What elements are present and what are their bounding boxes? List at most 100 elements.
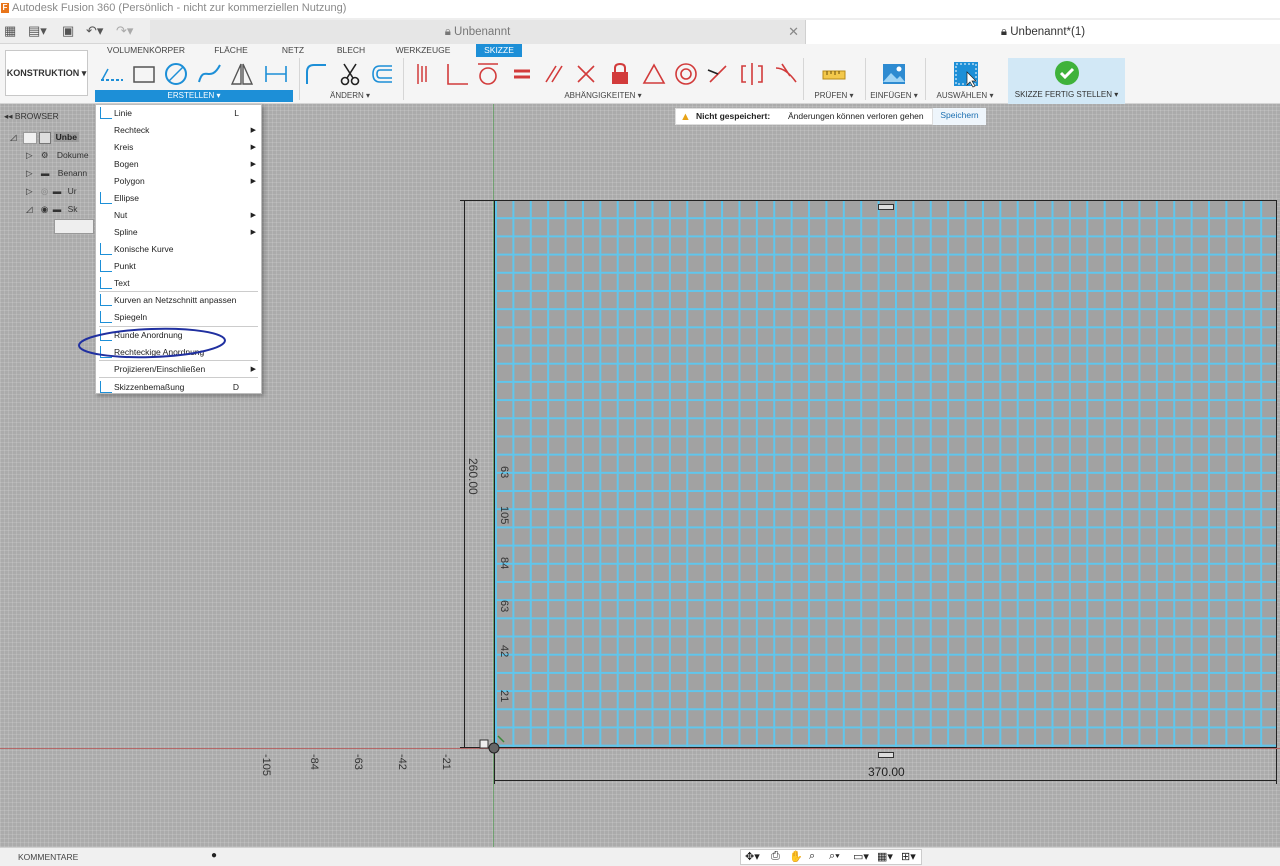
ribbon-separator	[925, 58, 926, 100]
eye-icon[interactable]	[22, 131, 37, 144]
submenu-arrow-icon: ▶	[250, 366, 256, 373]
width-dimension-value[interactable]: 370.00	[868, 765, 905, 779]
pan-hand-icon[interactable]: ✋	[789, 850, 803, 863]
curvature-constraint-icon[interactable]	[772, 60, 800, 88]
eye-hidden-icon[interactable]: ◎	[41, 186, 48, 196]
rectangle-tool-icon[interactable]	[130, 60, 158, 88]
menu-item-linie[interactable]: Linie L	[96, 105, 261, 122]
group-aendern-label: ÄNDERN	[329, 91, 364, 100]
save-icon[interactable]: ▣	[62, 22, 74, 40]
group-auswaehlen[interactable]: AUSWÄHLEN ▾	[930, 90, 1000, 102]
menu-item-skizzenbemaßung[interactable]: Skizzenbemaßung D	[96, 379, 261, 396]
group-einfuegen[interactable]: EINFÜGEN ▾	[866, 90, 922, 102]
group-abhaengigkeiten[interactable]: ABHÄNGIGKEITEN ▾	[405, 90, 801, 102]
orbit-icon[interactable]: ✥▾	[745, 850, 760, 863]
collapse-icon[interactable]: ◿	[26, 204, 33, 214]
menu-item-kurven-an-netzschnitt-anpassen[interactable]: Kurven an Netzschnitt anpassen	[96, 292, 261, 309]
perpendicular-constraint-icon[interactable]	[442, 60, 470, 88]
offset-tool-icon[interactable]	[368, 60, 396, 88]
look-at-icon[interactable]: ⎙	[771, 850, 780, 863]
tab-document-1[interactable]: 🔒︎ Unbenannt ✕	[150, 20, 806, 44]
bottom-bar: KOMMENTARE ● ✥▾ ⎙ ✋ ⌕ ⌕▾ ▭▾ ▦▾ ⊞▾	[0, 847, 1280, 866]
tab-netz[interactable]: NETZ	[272, 44, 314, 57]
expand-icon[interactable]: ▷	[26, 186, 33, 196]
menu-item-polygon[interactable]: Polygon ▶	[96, 173, 261, 190]
menu-item-spline[interactable]: Spline ▶	[96, 224, 261, 241]
menu-item-text[interactable]: Text	[96, 275, 261, 292]
checkmark-icon[interactable]	[1054, 60, 1080, 86]
workspace-switcher[interactable]: KONSTRUKTION ▾	[5, 50, 88, 96]
tab-volumenkoerper[interactable]: VOLUMENKÖRPER	[100, 44, 192, 57]
close-icon[interactable]: ✕	[788, 20, 799, 44]
sketch-item-icon[interactable]	[54, 219, 94, 234]
add-comment-icon[interactable]: ●	[211, 850, 217, 861]
insert-image-icon[interactable]	[880, 60, 908, 88]
mirror-tool-icon[interactable]	[228, 60, 256, 88]
tab-document-2[interactable]: 🔒︎ Unbenannt*(1)	[806, 20, 1280, 44]
navigation-toolbar: ✥▾ ⎙ ✋ ⌕ ⌕▾ ▭▾ ▦▾ ⊞▾	[740, 849, 922, 865]
tree-row-origin[interactable]: ▷ ◎ ▬ Ur	[26, 183, 96, 199]
tab-blech[interactable]: BLECH	[330, 44, 372, 57]
save-button[interactable]: Speichern	[932, 108, 986, 125]
group-erstellen[interactable]: ERSTELLEN ▾	[95, 90, 293, 102]
comments-label: KOMMENTARE	[18, 852, 79, 862]
grid-settings-icon[interactable]: ▦▾	[877, 850, 893, 863]
tangent-constraint-icon[interactable]	[474, 60, 502, 88]
tab-flaeche[interactable]: FLÄCHE	[206, 44, 256, 57]
app-grid-icon[interactable]: ▦	[4, 22, 16, 40]
horizontal-constraint-icon[interactable]	[410, 60, 438, 88]
zoom-window-icon[interactable]: ⌕▾	[829, 850, 840, 863]
window-title: Autodesk Fusion 360 (Persönlich - nicht …	[12, 2, 347, 14]
line-tool-icon[interactable]	[98, 60, 126, 88]
tree-row-root[interactable]: ◿ Unbe	[10, 129, 96, 145]
symmetry-constraint-icon[interactable]	[738, 60, 766, 88]
menu-item-konische-kurve[interactable]: Konische Kurve	[96, 241, 261, 258]
menu-item-rechteck[interactable]: Rechteck ▶	[96, 122, 261, 139]
undo-icon[interactable]: ↶▾	[86, 22, 103, 40]
finish-sketch-group[interactable]: SKIZZE FERTIG STELLEN ▾	[1008, 58, 1125, 104]
eye-icon[interactable]: ◉	[41, 204, 48, 214]
zoom-icon[interactable]: ⌕	[809, 850, 815, 863]
dimension-tool-icon[interactable]	[262, 60, 290, 88]
fix-lock-icon[interactable]	[606, 60, 634, 88]
fillet-tool-icon[interactable]	[302, 60, 330, 88]
group-aendern[interactable]: ÄNDERN ▾	[300, 90, 400, 102]
perpendicular-cross-icon[interactable]	[572, 60, 600, 88]
tree-row-sketch1[interactable]	[54, 219, 96, 235]
circle-tool-icon[interactable]	[162, 60, 190, 88]
expand-icon[interactable]: ▷	[26, 168, 33, 178]
warning-icon: ▲	[680, 111, 691, 123]
menu-item-punkt[interactable]: Punkt	[96, 258, 261, 275]
select-cursor-icon[interactable]	[952, 60, 980, 88]
menu-item-projizieren-einschließen[interactable]: Projizieren/Einschließen ▶	[96, 361, 261, 378]
display-settings-icon[interactable]: ▭▾	[853, 850, 869, 863]
menu-item-ellipse[interactable]: Ellipse	[96, 190, 261, 207]
tree-row-sketches[interactable]: ◿ ◉ ▬ Sk	[26, 201, 96, 217]
viewports-icon[interactable]: ⊞▾	[901, 850, 916, 863]
trim-scissors-icon[interactable]	[336, 60, 364, 88]
measure-ruler-icon[interactable]	[820, 60, 848, 88]
concentric-constraint-icon[interactable]	[672, 60, 700, 88]
menu-item-nut[interactable]: Nut ▶	[96, 207, 261, 224]
tab-werkzeuge[interactable]: WERKZEUGE	[390, 44, 456, 57]
file-menu-icon[interactable]: ▤▾	[28, 22, 47, 40]
equal-constraint-icon[interactable]	[508, 60, 536, 88]
menu-item-kreis[interactable]: Kreis ▶	[96, 139, 261, 156]
expand-icon[interactable]: ▷	[26, 150, 33, 160]
height-dimension-value[interactable]: 260.00	[466, 458, 480, 495]
browser-header[interactable]: ◂◂ BROWSER	[0, 108, 95, 124]
tree-row-named-views[interactable]: ▷ ▬ Benann	[26, 165, 96, 181]
group-pruefen[interactable]: PRÜFEN ▾	[806, 90, 862, 102]
midpoint-constraint-icon[interactable]	[704, 60, 732, 88]
spline-tool-icon[interactable]	[196, 60, 224, 88]
group-einfuegen-label: EINFÜGEN	[870, 91, 912, 100]
tree-row-document-settings[interactable]: ▷ ⚙ Dokume	[26, 147, 96, 163]
collapse-icon[interactable]: ◿	[10, 132, 17, 142]
menu-item-bogen[interactable]: Bogen ▶	[96, 156, 261, 173]
parallel-constraint-icon[interactable]	[540, 60, 568, 88]
triangle-constraint-icon[interactable]	[640, 60, 668, 88]
redo-icon[interactable]: ↷▾	[116, 22, 133, 40]
tab-skizze[interactable]: SKIZZE	[476, 44, 522, 57]
sketch-rectangular-pattern[interactable]	[494, 200, 1277, 748]
menu-item-spiegeln[interactable]: Spiegeln	[96, 309, 261, 326]
